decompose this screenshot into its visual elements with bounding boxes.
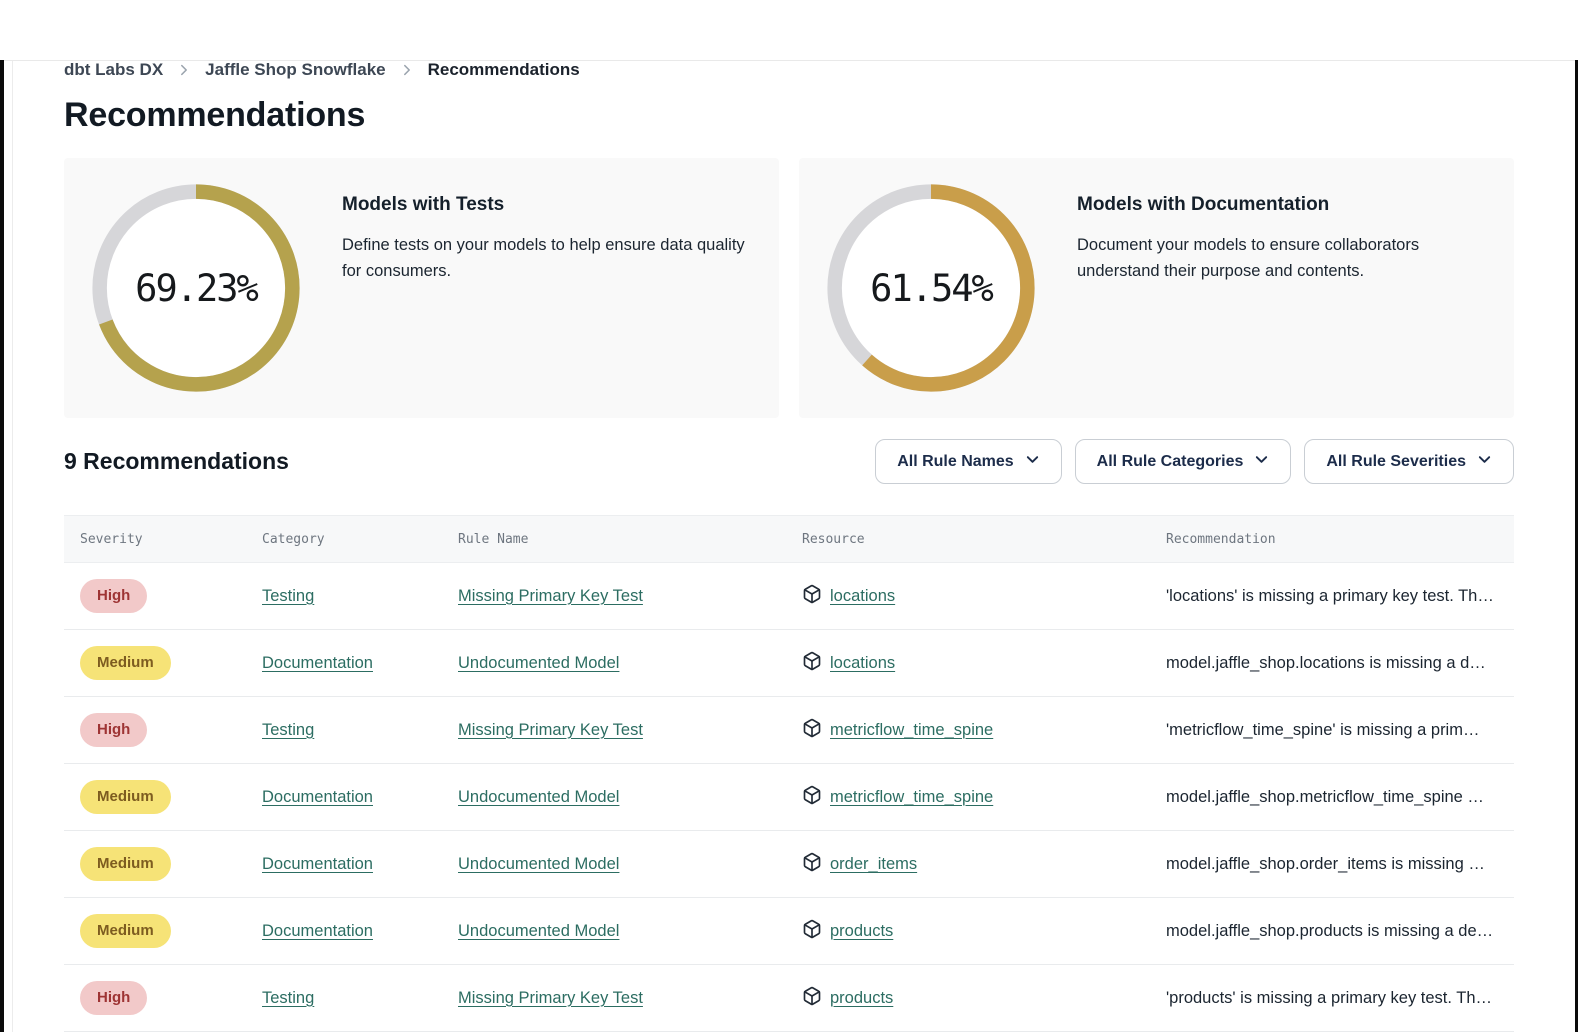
page-title: Recommendations bbox=[64, 96, 1514, 135]
table-body: High Testing Missing Primary Key Test lo… bbox=[64, 563, 1514, 1032]
recommendation-text: model.jaffle_shop.metricflow_time_spine … bbox=[1150, 788, 1514, 807]
content-divider-left bbox=[12, 60, 13, 1032]
category-link[interactable]: Testing bbox=[262, 989, 314, 1007]
chevron-right-icon bbox=[177, 63, 191, 77]
column-header-severity: Severity bbox=[64, 532, 246, 547]
recommendation-text: model.jaffle_shop.order_items is missing… bbox=[1150, 855, 1514, 874]
model-cube-icon bbox=[802, 651, 822, 676]
window-edge-left bbox=[0, 60, 4, 1032]
rule-names-filter-dropdown[interactable]: All Rule Names bbox=[875, 439, 1061, 484]
chevron-down-icon bbox=[1477, 452, 1492, 472]
column-header-category: Category bbox=[246, 532, 442, 547]
rule-name-link[interactable]: Undocumented Model bbox=[458, 788, 619, 806]
breadcrumb-item-project[interactable]: Jaffle Shop Snowflake bbox=[205, 60, 385, 80]
model-cube-icon bbox=[802, 718, 822, 743]
model-cube-icon bbox=[802, 852, 822, 877]
recommendation-text: 'metricflow_time_spine' is missing a pri… bbox=[1150, 721, 1514, 740]
table-row: Medium Documentation Undocumented Model … bbox=[64, 630, 1514, 697]
filter-bar: All Rule Names All Rule Categories All R… bbox=[875, 439, 1514, 484]
model-cube-icon bbox=[802, 584, 822, 609]
card-description: Define tests on your models to help ensu… bbox=[342, 233, 753, 284]
category-link[interactable]: Documentation bbox=[262, 855, 373, 873]
table-row: Medium Documentation Undocumented Model … bbox=[64, 831, 1514, 898]
column-header-recommendation: Recommendation bbox=[1150, 532, 1514, 547]
table-header-row: Severity Category Rule Name Resource Rec… bbox=[64, 515, 1514, 563]
category-link[interactable]: Documentation bbox=[262, 788, 373, 806]
breadcrumb-item-current: Recommendations bbox=[428, 60, 580, 80]
table-row: Medium Documentation Undocumented Model … bbox=[64, 898, 1514, 965]
resource-link[interactable]: products bbox=[830, 922, 893, 941]
resource-link[interactable]: metricflow_time_spine bbox=[830, 788, 993, 807]
model-cube-icon bbox=[802, 986, 822, 1011]
rule-name-link[interactable]: Missing Primary Key Test bbox=[458, 587, 643, 605]
model-cube-icon bbox=[802, 785, 822, 810]
metric-cards: 69.23% Models with Tests Define tests on… bbox=[64, 158, 1514, 418]
resource-link[interactable]: metricflow_time_spine bbox=[830, 721, 993, 740]
rule-name-link[interactable]: Undocumented Model bbox=[458, 654, 619, 672]
rule-severities-filter-dropdown[interactable]: All Rule Severities bbox=[1304, 439, 1514, 484]
category-link[interactable]: Documentation bbox=[262, 922, 373, 940]
rule-name-link[interactable]: Missing Primary Key Test bbox=[458, 721, 643, 739]
rule-name-link[interactable]: Undocumented Model bbox=[458, 855, 619, 873]
card-description: Document your models to ensure collabora… bbox=[1077, 233, 1467, 284]
table-row: High Testing Missing Primary Key Test lo… bbox=[64, 563, 1514, 630]
models-with-tests-card: 69.23% Models with Tests Define tests on… bbox=[64, 158, 779, 418]
table-row: High Testing Missing Primary Key Test me… bbox=[64, 697, 1514, 764]
severity-badge: High bbox=[80, 713, 147, 747]
column-header-rule-name: Rule Name bbox=[442, 532, 786, 547]
content-divider-top bbox=[0, 60, 1578, 61]
severity-badge: High bbox=[80, 579, 147, 613]
table-row: Medium Documentation Undocumented Model … bbox=[64, 764, 1514, 831]
recommendation-text: 'products' is missing a primary key test… bbox=[1150, 989, 1514, 1008]
table-row: High Testing Missing Primary Key Test pr… bbox=[64, 965, 1514, 1032]
chevron-right-icon bbox=[400, 63, 414, 77]
resource-link[interactable]: order_items bbox=[830, 855, 917, 874]
resource-link[interactable]: products bbox=[830, 989, 893, 1008]
resource-link[interactable]: locations bbox=[830, 587, 895, 606]
recommendations-count: 9 Recommendations bbox=[64, 448, 289, 475]
recommendations-page: dbt Labs DX Jaffle Shop Snowflake Recomm… bbox=[0, 60, 1578, 1032]
tests-percent-value: 69.23% bbox=[90, 182, 302, 394]
recommendation-text: model.jaffle_shop.locations is missing a… bbox=[1150, 654, 1514, 673]
card-title-models-with-documentation: Models with Documentation bbox=[1077, 194, 1467, 216]
rule-name-link[interactable]: Undocumented Model bbox=[458, 922, 619, 940]
chevron-down-icon bbox=[1025, 452, 1040, 472]
severity-badge: Medium bbox=[80, 780, 171, 814]
severity-badge: Medium bbox=[80, 847, 171, 881]
column-header-resource: Resource bbox=[786, 532, 1150, 547]
resource-link[interactable]: locations bbox=[830, 654, 895, 673]
tests-donut-chart: 69.23% bbox=[90, 182, 302, 394]
severity-badge: Medium bbox=[80, 646, 171, 680]
rule-categories-filter-dropdown[interactable]: All Rule Categories bbox=[1075, 439, 1292, 484]
breadcrumb-item-account[interactable]: dbt Labs DX bbox=[64, 60, 163, 80]
model-cube-icon bbox=[802, 919, 822, 944]
recommendation-text: model.jaffle_shop.products is missing a … bbox=[1150, 922, 1514, 941]
category-link[interactable]: Testing bbox=[262, 587, 314, 605]
rule-name-link[interactable]: Missing Primary Key Test bbox=[458, 989, 643, 1007]
chevron-down-icon bbox=[1254, 452, 1269, 472]
severity-badge: Medium bbox=[80, 914, 171, 948]
documentation-donut-chart: 61.54% bbox=[825, 182, 1037, 394]
category-link[interactable]: Documentation bbox=[262, 654, 373, 672]
breadcrumb: dbt Labs DX Jaffle Shop Snowflake Recomm… bbox=[64, 60, 1514, 80]
category-link[interactable]: Testing bbox=[262, 721, 314, 739]
severity-badge: High bbox=[80, 981, 147, 1015]
recommendation-text: 'locations' is missing a primary key tes… bbox=[1150, 587, 1514, 606]
recommendations-list-header: 9 Recommendations All Rule Names All Rul… bbox=[64, 439, 1514, 484]
recommendations-table: Severity Category Rule Name Resource Rec… bbox=[64, 515, 1514, 1032]
documentation-percent-value: 61.54% bbox=[825, 182, 1037, 394]
card-title-models-with-tests: Models with Tests bbox=[342, 194, 753, 216]
models-with-documentation-card: 61.54% Models with Documentation Documen… bbox=[799, 158, 1514, 418]
